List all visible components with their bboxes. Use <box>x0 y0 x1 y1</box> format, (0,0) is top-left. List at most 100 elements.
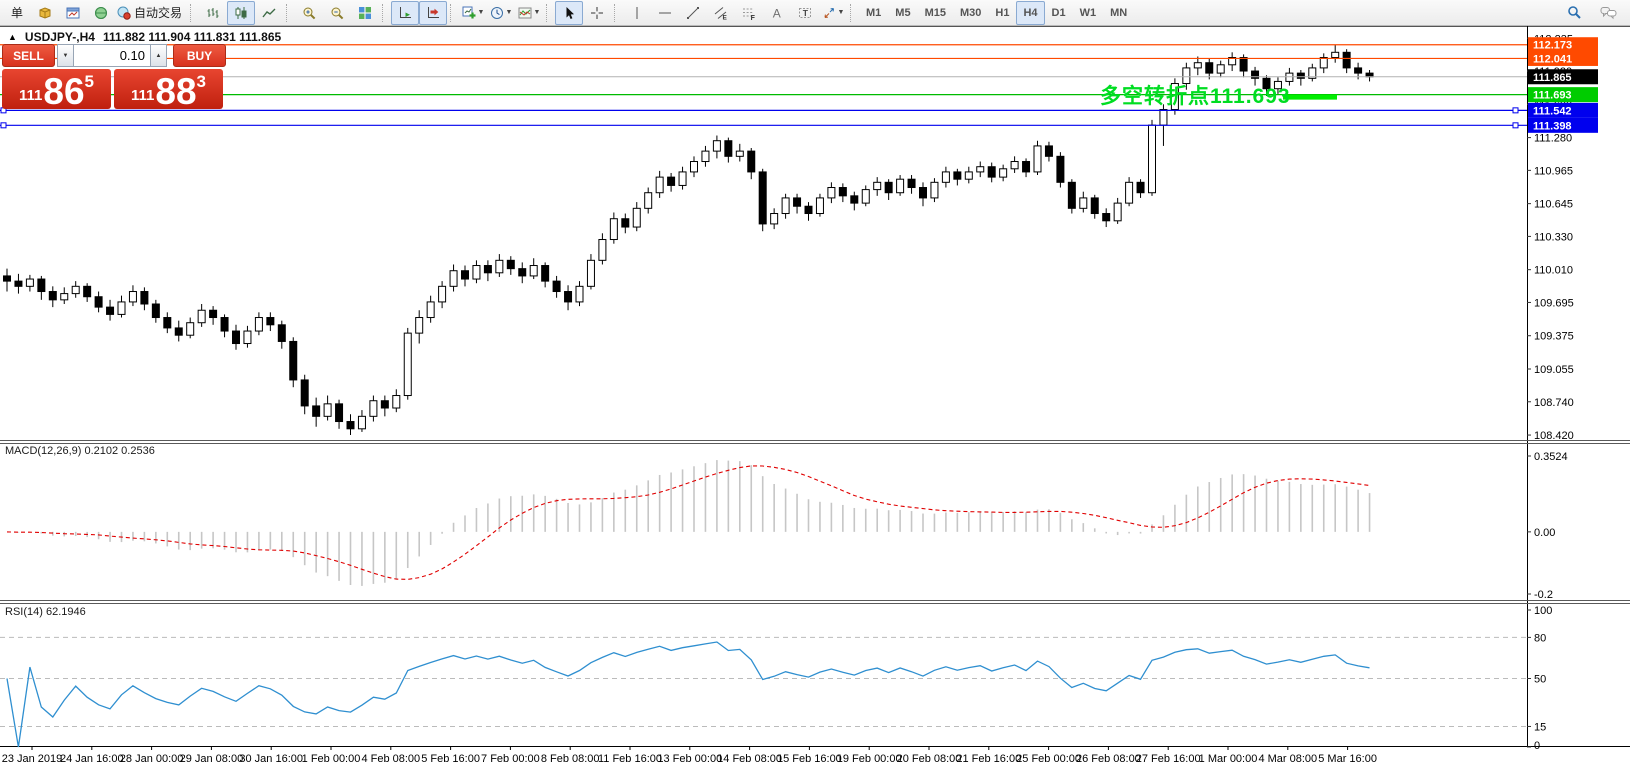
volume-increase-button[interactable]: ▲ <box>150 44 167 67</box>
line-chart-button[interactable] <box>255 1 283 25</box>
cursor-button[interactable] <box>555 1 583 25</box>
candle <box>599 240 606 261</box>
auto-scroll-button[interactable] <box>391 1 419 25</box>
symbol-period-label: USDJPY-,H4 <box>25 30 95 44</box>
zoom-out-button[interactable] <box>323 1 351 25</box>
chart-shift-button[interactable] <box>419 1 447 25</box>
timeframe-m15[interactable]: M15 <box>918 1 953 25</box>
candle <box>370 401 377 417</box>
label-button[interactable]: T <box>791 1 819 25</box>
buy-quote[interactable]: 111883 <box>114 69 223 109</box>
candle <box>152 304 159 318</box>
toolbar-separator <box>850 4 855 22</box>
timeframe-mn[interactable]: MN <box>1103 1 1134 25</box>
timeframe-h1[interactable]: H1 <box>988 1 1016 25</box>
candle <box>255 318 262 332</box>
autotrading-button[interactable]: 自动交易 <box>115 1 187 25</box>
candle <box>908 179 915 187</box>
candle <box>851 196 858 203</box>
horizontal-line-button[interactable] <box>651 1 679 25</box>
new-order-dropdown[interactable]: ▼ <box>459 1 487 25</box>
candle <box>38 279 45 291</box>
sell-quote[interactable]: 111865 <box>2 69 111 109</box>
sell-price-main: 86 <box>43 77 84 107</box>
price-lines-layer <box>0 45 1527 128</box>
arrows-dropdown[interactable]: ▼ <box>819 1 847 25</box>
timeframe-m1[interactable]: M1 <box>859 1 888 25</box>
candle <box>679 172 686 186</box>
periods-dropdown[interactable]: ▼ <box>487 1 515 25</box>
timeframe-m1-label: M1 <box>861 7 886 19</box>
candle <box>278 325 285 342</box>
toolbar-separator <box>382 4 387 22</box>
candle <box>839 188 846 196</box>
vertical-line-button[interactable] <box>623 1 651 25</box>
crosshair-button[interactable] <box>583 1 611 25</box>
zoom-in-button[interactable] <box>295 1 323 25</box>
rsi-layer: 1008050150 <box>0 605 1552 752</box>
candlestick-button[interactable] <box>227 1 255 25</box>
chat-button[interactable] <box>1594 1 1622 25</box>
candle <box>1160 110 1167 126</box>
timeframe-m5[interactable]: M5 <box>888 1 917 25</box>
trendline-button[interactable] <box>679 1 707 25</box>
new-order-button[interactable]: 单 <box>3 1 31 25</box>
volume-input[interactable] <box>74 44 150 67</box>
candle <box>1194 63 1201 68</box>
candle <box>404 333 411 395</box>
volume-decrease-button[interactable]: ▼ <box>57 44 74 67</box>
candle <box>565 292 572 302</box>
candle <box>381 401 388 408</box>
search-button[interactable] <box>1560 1 1588 25</box>
candle <box>759 172 766 224</box>
candle <box>874 182 881 189</box>
timeframe-h4[interactable]: H4 <box>1016 1 1044 25</box>
candle <box>164 318 171 328</box>
svg-text:108.420: 108.420 <box>1534 430 1574 442</box>
support-line-2-handle[interactable] <box>1 123 6 128</box>
timeframe-w1[interactable]: W1 <box>1073 1 1104 25</box>
timeframe-d1[interactable]: D1 <box>1045 1 1073 25</box>
market-watch-icon[interactable] <box>87 1 115 25</box>
candle <box>988 167 995 177</box>
candle <box>221 318 228 332</box>
candle <box>1000 169 1007 177</box>
toolbar-separator <box>286 4 291 22</box>
candle <box>725 141 732 157</box>
chart-title: ▲ USDJPY-,H4 111.882 111.904 111.831 111… <box>8 30 281 44</box>
history-center-icon[interactable] <box>31 1 59 25</box>
macd-title: MACD(12,26,9) <box>5 445 81 457</box>
new-chart-window-icon[interactable] <box>59 1 87 25</box>
buy-button[interactable]: BUY <box>173 44 226 67</box>
candle <box>610 219 617 240</box>
candle <box>313 406 320 416</box>
sell-button[interactable]: SELL <box>2 44 55 67</box>
candle <box>1023 162 1030 172</box>
candle <box>885 182 892 192</box>
svg-text:0.3524: 0.3524 <box>1534 451 1568 463</box>
support-line-2-handle[interactable] <box>1513 123 1518 128</box>
tile-windows-button[interactable] <box>351 1 379 25</box>
text-button[interactable]: A <box>763 1 791 25</box>
svg-text:109.695: 109.695 <box>1534 297 1574 309</box>
collapse-icon[interactable]: ▲ <box>8 32 17 42</box>
chart-canvas[interactable]: 112.235111.920111.600111.280110.965110.6… <box>0 26 1630 769</box>
svg-text:111.398: 111.398 <box>1533 120 1572 132</box>
candle <box>244 331 251 343</box>
candle <box>267 318 274 325</box>
candle <box>668 177 675 185</box>
candle <box>473 266 480 280</box>
candle <box>416 318 423 334</box>
timeframe-m30[interactable]: M30 <box>953 1 988 25</box>
svg-text:29 Jan 08:00: 29 Jan 08:00 <box>180 753 244 765</box>
chart-area[interactable]: 112.235111.920111.600111.280110.965110.6… <box>0 26 1630 769</box>
candle <box>1343 52 1350 68</box>
buy-price-main: 88 <box>155 77 196 107</box>
templates-dropdown[interactable]: ▼ <box>515 1 543 25</box>
svg-text:112.041: 112.041 <box>1533 53 1572 65</box>
channel-button[interactable]: E <box>707 1 735 25</box>
support-line-1-handle[interactable] <box>1513 108 1518 113</box>
fibonacci-button[interactable]: F <box>735 1 763 25</box>
bar-chart-button[interactable] <box>199 1 227 25</box>
candle <box>233 331 240 343</box>
